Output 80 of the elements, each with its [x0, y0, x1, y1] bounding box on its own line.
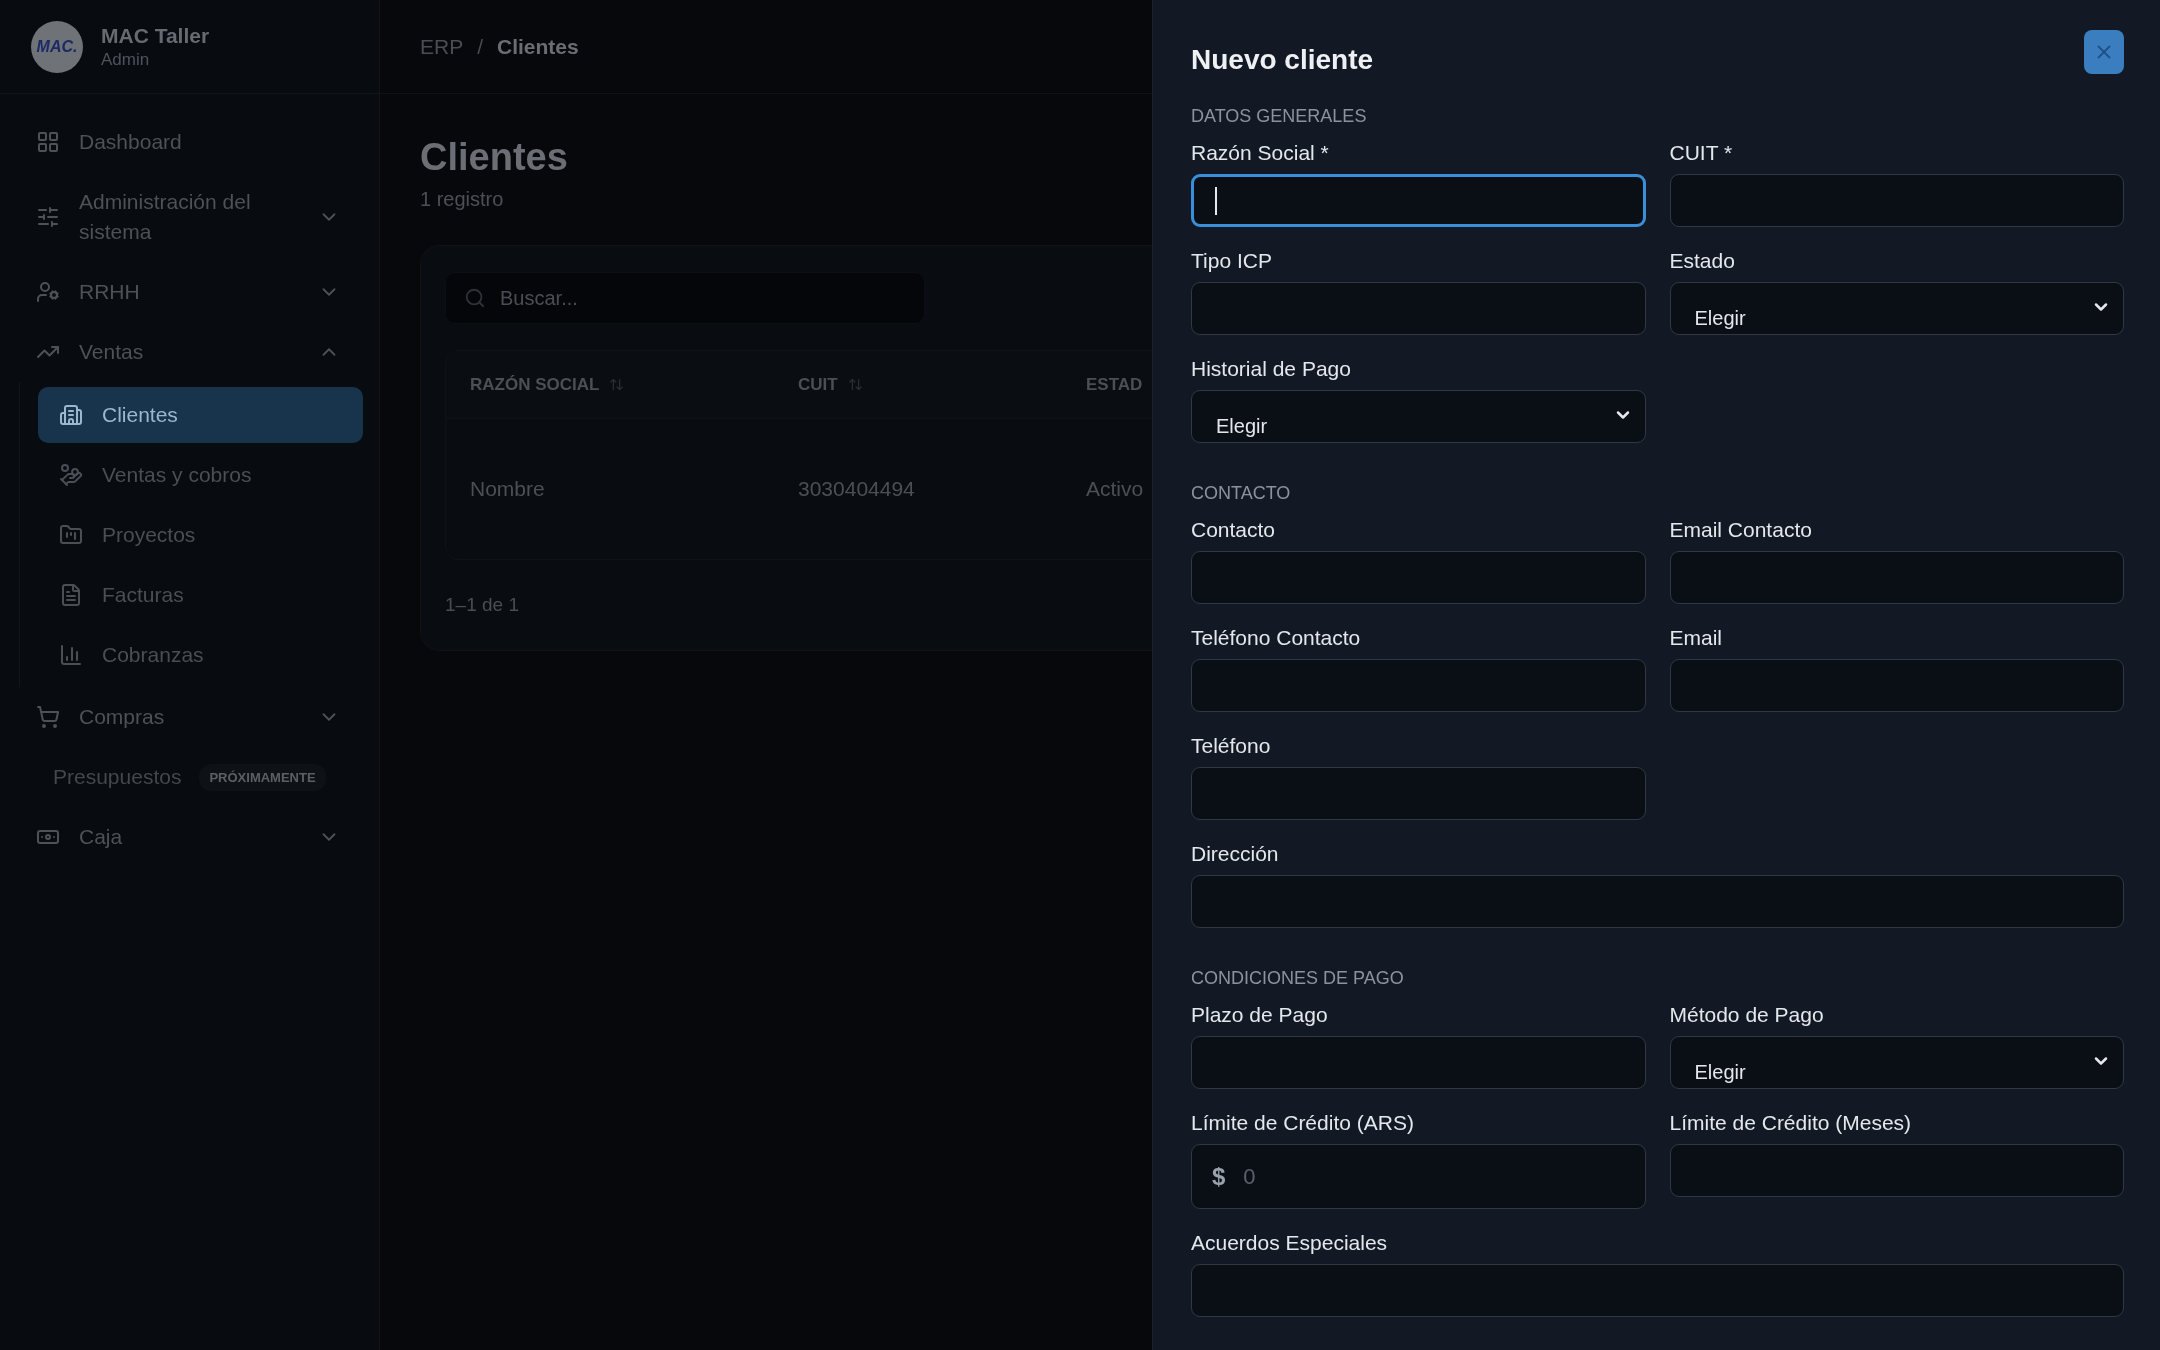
select-field[interactable]: Elegir	[1669, 1036, 2124, 1089]
field-label: Contacto	[1191, 518, 1277, 542]
nav-item[interactable]: Ventas	[0, 322, 379, 382]
table-cell-text: 3030404494	[798, 477, 916, 501]
amount-input[interactable]: 0	[1241, 1162, 1625, 1191]
sort-icon	[609, 377, 625, 392]
nav-item[interactable]: RRHH	[0, 262, 379, 322]
nav-item[interactable]: Dashboard	[0, 112, 379, 172]
field-label: Dirección	[1191, 842, 1280, 866]
column-header[interactable]: ESTAD	[1086, 374, 1152, 395]
nav-item[interactable]: Compras	[0, 687, 379, 747]
nav-subitem[interactable]: Ventas y cobros	[38, 447, 363, 503]
search-icon	[464, 287, 486, 309]
pagination-info: 1–1 de 1	[445, 594, 520, 616]
nav-item[interactable]: Presupuestos	[53, 765, 182, 789]
table-cell-text: Nombre	[470, 477, 546, 501]
input-field[interactable]	[1669, 551, 2124, 604]
user-role: Admin	[101, 49, 151, 70]
record-count: 1 registro	[420, 188, 505, 211]
folder-icon	[59, 523, 83, 547]
bar-chart-icon	[59, 643, 83, 667]
close-button[interactable]	[2084, 30, 2124, 74]
select-field[interactable]: Elegir	[1191, 390, 1646, 443]
input-field[interactable]	[1191, 174, 1646, 227]
nav-subitem[interactable]: Cobranzas	[38, 627, 363, 683]
search-field[interactable]: Buscar...	[445, 272, 925, 324]
user-gear-icon	[36, 280, 60, 304]
breadcrumb-link[interactable]: ERP	[420, 34, 464, 59]
hand-coins-icon	[59, 463, 83, 487]
company-logo: MAC.	[31, 20, 83, 73]
field-label: Historial de Pago	[1191, 357, 1352, 381]
field-label: Plazo de Pago	[1191, 1003, 1329, 1027]
section-heading: DATOS GENERALES	[1191, 106, 1368, 127]
field-label: Razón Social *	[1191, 141, 1330, 165]
currency-symbol: $	[1212, 1162, 1226, 1191]
page-title: Clientes	[420, 135, 569, 180]
field-label: Estado	[1669, 249, 1736, 273]
field-label: Teléfono	[1191, 734, 1272, 758]
coming-soon-badge: PRÓXIMAMENTE	[199, 763, 326, 791]
field-label: Acuerdos Especiales	[1191, 1231, 1389, 1255]
input-field[interactable]	[1191, 1036, 1646, 1089]
nav-subitem[interactable]: Clientes	[38, 387, 363, 443]
input-field[interactable]	[1191, 767, 1646, 820]
field-label: Email Contacto	[1669, 518, 1813, 542]
field-label: Método de Pago	[1669, 1003, 1825, 1027]
grid-icon	[36, 130, 60, 154]
input-field[interactable]	[1191, 875, 2124, 928]
field-label: Email	[1669, 626, 1723, 650]
company-name: MAC Taller	[101, 23, 210, 48]
drawer-title: Nuevo cliente	[1191, 44, 1374, 76]
input-field[interactable]	[1669, 174, 2124, 227]
cart-icon	[36, 705, 60, 729]
input-field[interactable]	[1191, 551, 1646, 604]
section-heading: CONDICIONES DE PAGO	[1191, 968, 1405, 989]
nav-item[interactable]: Administración del sistema	[0, 172, 379, 262]
column-header[interactable]: RAZÓN SOCIAL	[470, 374, 798, 395]
input-field[interactable]	[1191, 282, 1646, 335]
input-field[interactable]	[1191, 1264, 2124, 1317]
currency-field[interactable]: $ 0	[1191, 1144, 1646, 1209]
section-heading: CONTACTO	[1191, 483, 1292, 504]
field-label: Límite de Crédito (ARS)	[1191, 1111, 1415, 1135]
input-field[interactable]	[1191, 659, 1646, 712]
breadcrumb-separator: /	[477, 34, 484, 59]
field-label: Límite de Crédito (Meses)	[1669, 1111, 1913, 1135]
table-cell-text: Activo	[1086, 477, 1145, 501]
field-label: Teléfono Contacto	[1191, 626, 1362, 650]
sort-icon	[847, 377, 863, 392]
field-label: CUIT *	[1669, 141, 1734, 165]
nav-subitem[interactable]: Proyectos	[38, 507, 363, 563]
field-label: Tipo ICP	[1191, 249, 1273, 273]
nav-subitem[interactable]: Facturas	[38, 567, 363, 623]
input-field[interactable]	[1669, 659, 2124, 712]
breadcrumb-link[interactable]: Clientes	[497, 34, 579, 59]
sliders-icon	[36, 205, 60, 229]
column-header[interactable]: CUIT	[798, 374, 1086, 395]
select-field[interactable]: Elegir	[1669, 282, 2124, 335]
input-field[interactable]	[1669, 1144, 2124, 1197]
document-icon	[59, 583, 83, 607]
building-icon	[59, 403, 83, 427]
nav-item[interactable]: Caja	[0, 807, 379, 867]
